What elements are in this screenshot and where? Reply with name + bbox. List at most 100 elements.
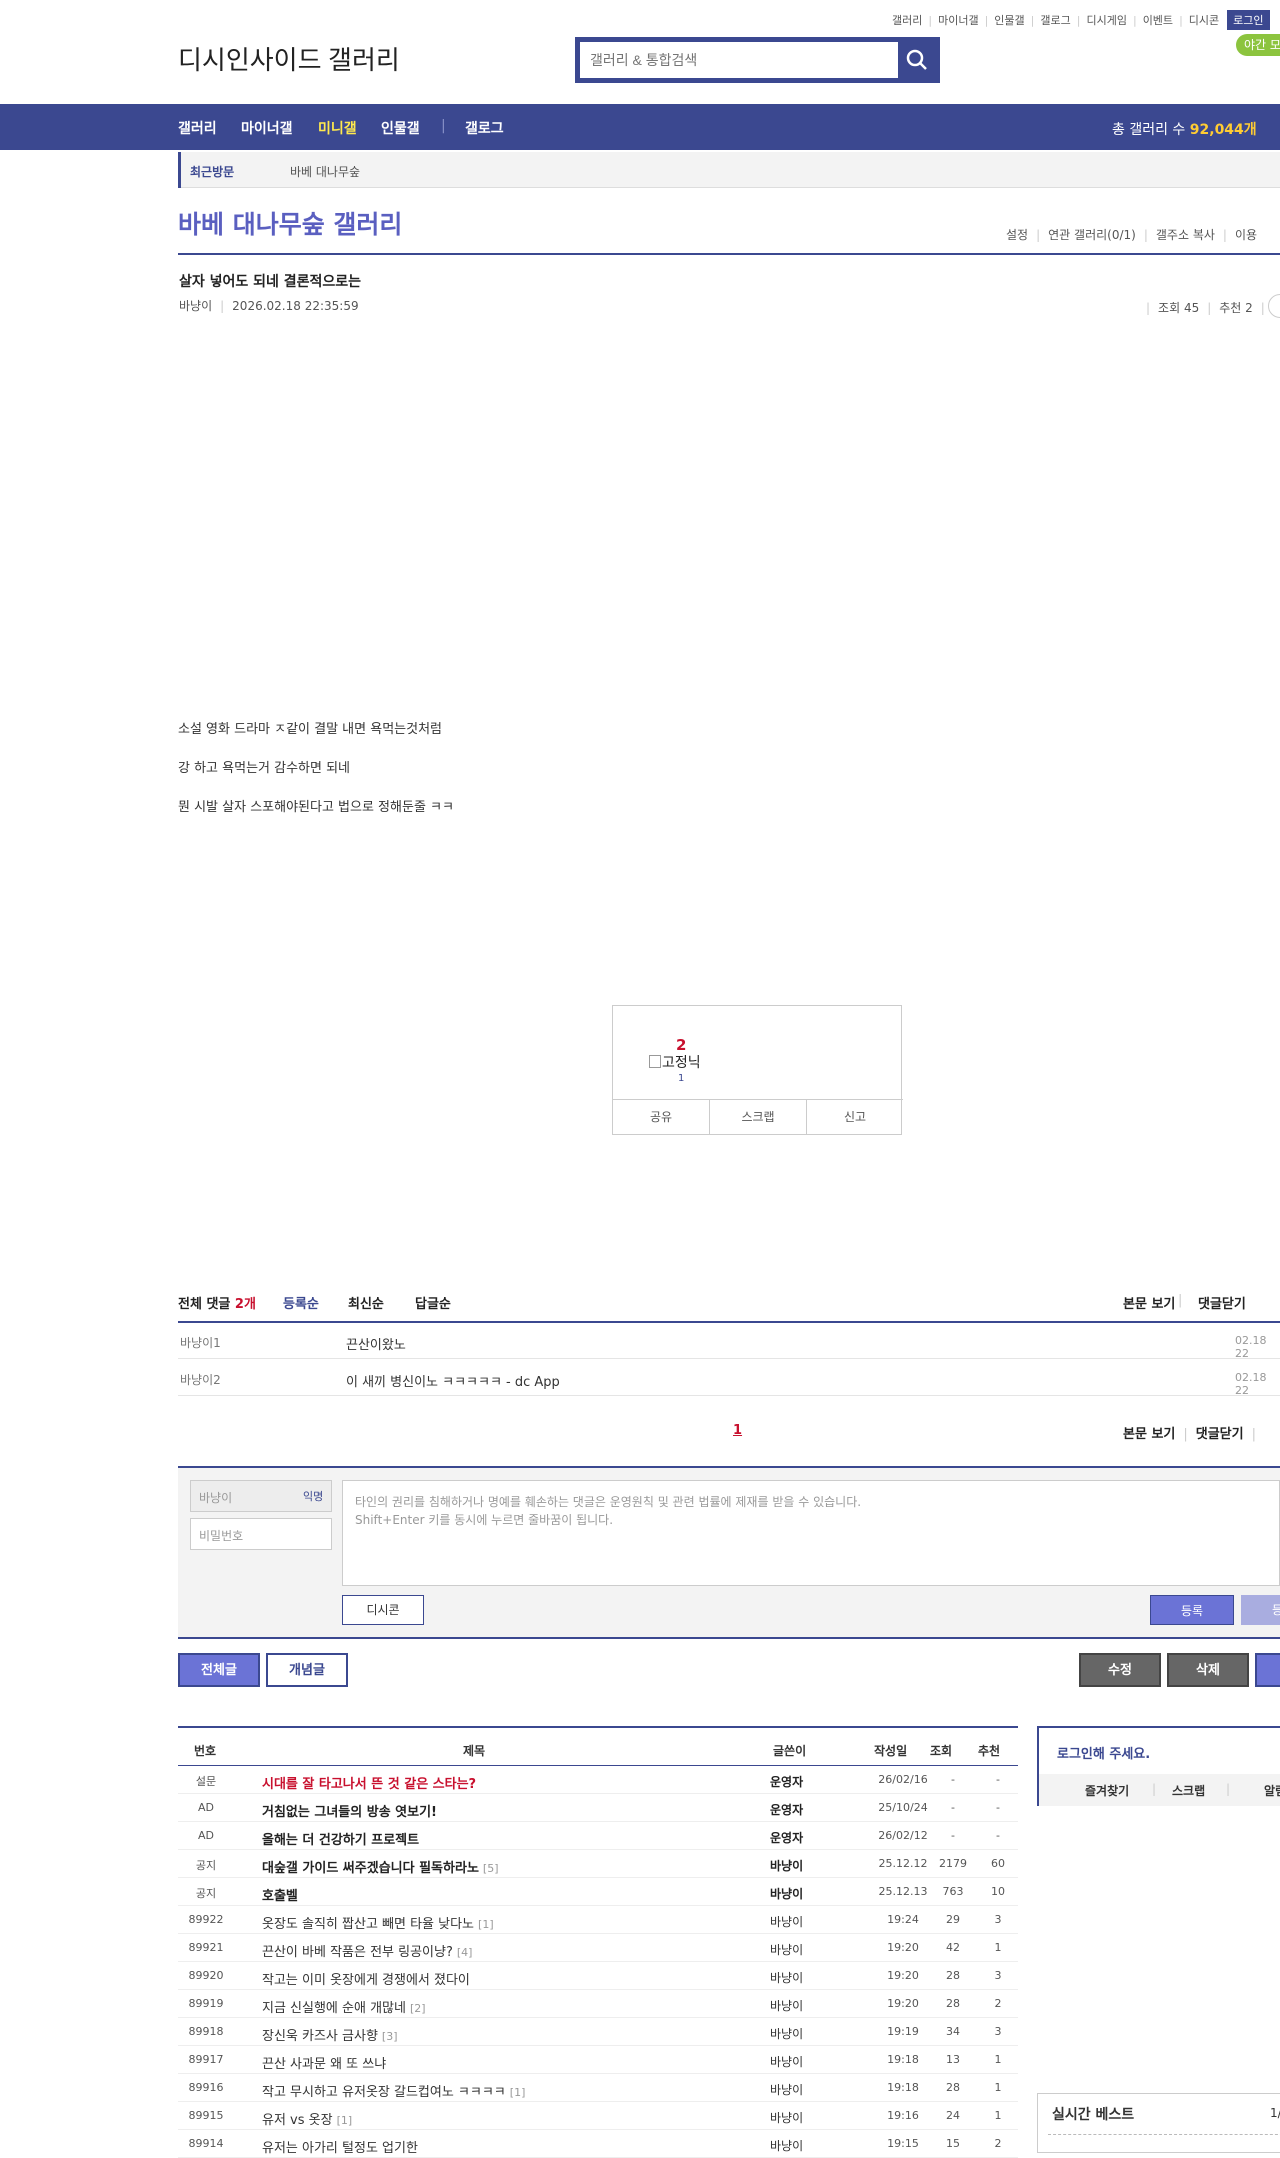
- row-writer[interactable]: 바냥이: [770, 1997, 803, 2014]
- post-writer[interactable]: 바냥이: [179, 299, 212, 313]
- nav-minor[interactable]: 마이너갤: [241, 118, 293, 138]
- row-title-text[interactable]: 지금 신실행에 순애 개많네: [262, 2001, 406, 2016]
- view-body-link-bottom[interactable]: 본문 보기: [1123, 1427, 1175, 1442]
- sort-reply[interactable]: 답글순: [415, 1293, 451, 1312]
- sort-registered[interactable]: 등록순: [283, 1293, 319, 1312]
- login-prompt[interactable]: 로그인해 주세요.: [1057, 1743, 1150, 1762]
- row-writer[interactable]: 운영자: [770, 1801, 803, 1818]
- row-title-text[interactable]: 끈산 사과문 왜 또 쓰냐: [262, 2057, 386, 2072]
- all-posts-button[interactable]: 전체글: [178, 1653, 260, 1687]
- fixed-nick-recommend-button[interactable]: 고정닉: [649, 1052, 701, 1072]
- row-title[interactable]: 유저 vs 옷장 [1]: [262, 2109, 352, 2128]
- comment-nick[interactable]: 바냥이2: [180, 1371, 221, 1388]
- copy-gallery-url[interactable]: 갤주소 복사: [1156, 228, 1215, 242]
- row-writer[interactable]: 운영자: [770, 1829, 803, 1846]
- row-title-text[interactable]: 끈산이 바베 작품은 전부 링공이냥?: [262, 1945, 453, 1960]
- close-comments-link-bottom[interactable]: 댓글닫기: [1196, 1427, 1244, 1442]
- report-button[interactable]: 신고: [807, 1100, 903, 1135]
- top-link-gallog[interactable]: 갤로그: [1040, 14, 1070, 27]
- row-title-text[interactable]: 올해는 더 건강하기 프로젝트: [262, 1833, 419, 1848]
- row-title-text[interactable]: 유저는 아가리 털정도 업기한: [262, 2141, 418, 2156]
- row-title[interactable]: 옷장도 솔직히 짭산고 빼면 타율 낮다노 [1]: [262, 1913, 494, 1932]
- row-title-text[interactable]: 거침없는 그녀들의 방송 엿보기!: [262, 1805, 437, 1820]
- row-writer[interactable]: 바냥이: [770, 1969, 803, 1986]
- dccon-button[interactable]: 디시콘: [342, 1595, 424, 1625]
- row-writer[interactable]: 바냥이: [770, 1941, 803, 1958]
- share-button[interactable]: 공유: [613, 1100, 710, 1135]
- concept-posts-button[interactable]: 개념글: [266, 1653, 348, 1687]
- reply-count[interactable]: [2]: [410, 2002, 426, 2015]
- row-title[interactable]: 지금 신실행에 순애 개많네 [2]: [262, 1997, 426, 2016]
- reply-count[interactable]: [1]: [478, 1918, 494, 1931]
- row-title-text[interactable]: 시대를 잘 타고나서 뜬 것 같은 스타는?: [262, 1777, 476, 1792]
- search-button[interactable]: [897, 40, 937, 80]
- row-title-text[interactable]: 작고 무시하고 유저옷장 갈드컵여노 ㅋㅋㅋㅋ: [262, 2085, 506, 2100]
- row-title-text[interactable]: 장신욱 카즈사 금사향: [262, 2029, 378, 2044]
- delete-button[interactable]: 삭제: [1167, 1653, 1249, 1687]
- row-title-text[interactable]: 호출벨: [262, 1889, 298, 1904]
- row-title[interactable]: 거침없는 그녀들의 방송 엿보기!: [262, 1801, 437, 1820]
- nav-mini[interactable]: 미니갤: [318, 118, 357, 138]
- favorites-link[interactable]: 즐겨찾기: [1085, 1782, 1129, 1799]
- row-writer[interactable]: 바냥이: [770, 1885, 803, 1902]
- row-writer[interactable]: 운영자: [770, 1773, 803, 1790]
- row-title-text[interactable]: 작고는 이미 옷장에게 경쟁에서 졌다이: [262, 1973, 470, 1988]
- nav-gallery[interactable]: 갤러리: [178, 118, 217, 138]
- scrap-button[interactable]: 스크랩: [710, 1100, 807, 1135]
- write-button[interactable]: [1255, 1653, 1280, 1687]
- top-link-minor[interactable]: 마이너갤: [938, 14, 978, 27]
- row-title[interactable]: 유저는 아가리 털정도 업기한: [262, 2137, 418, 2156]
- comment-nick[interactable]: 바냥이1: [180, 1334, 221, 1351]
- recent-item[interactable]: 바베 대나무숲: [290, 163, 360, 180]
- row-title[interactable]: 작고 무시하고 유저옷장 갈드컵여노 ㅋㅋㅋㅋ [1]: [262, 2081, 525, 2100]
- top-link-game[interactable]: 디시게임: [1086, 14, 1126, 27]
- sort-latest[interactable]: 최신순: [348, 1293, 384, 1312]
- reply-count[interactable]: [4]: [457, 1946, 473, 1959]
- nav-gallog[interactable]: 갤로그: [465, 118, 504, 138]
- row-title-text[interactable]: 옷장도 솔직히 짭산고 빼면 타율 낮다노: [262, 1917, 474, 1932]
- row-writer[interactable]: 바냥이: [770, 1857, 803, 1874]
- row-title[interactable]: 작고는 이미 옷장에게 경쟁에서 졌다이: [262, 1969, 470, 1988]
- row-writer[interactable]: 바냥이: [770, 2137, 803, 2154]
- comment-page-1[interactable]: 1: [733, 1423, 742, 1438]
- row-title-text[interactable]: 유저 vs 옷장: [262, 2113, 333, 2128]
- edit-button[interactable]: 수정: [1079, 1653, 1161, 1687]
- row-writer[interactable]: 바냥이: [770, 2081, 803, 2098]
- top-link-event[interactable]: 이벤트: [1143, 14, 1173, 27]
- row-title[interactable]: 대숲갤 가이드 써주겠습니다 필독하라노 [5]: [262, 1857, 499, 1876]
- row-title[interactable]: 호출벨: [262, 1885, 298, 1904]
- comment-submit-button[interactable]: 등록: [1150, 1595, 1234, 1625]
- comment-submit-alt-button[interactable]: 등록: [1241, 1595, 1280, 1625]
- close-comments-link[interactable]: 댓글닫기: [1198, 1293, 1246, 1312]
- row-title[interactable]: 올해는 더 건강하기 프로젝트: [262, 1829, 419, 1848]
- reply-count[interactable]: [3]: [382, 2030, 398, 2043]
- top-link-person[interactable]: 인물갤: [994, 14, 1024, 27]
- row-title[interactable]: 끈산이 바베 작품은 전부 링공이냥? [4]: [262, 1941, 472, 1960]
- row-title-text[interactable]: 대숲갤 가이드 써주겠습니다 필독하라노: [262, 1861, 479, 1876]
- reply-count[interactable]: [1]: [337, 2114, 353, 2127]
- comment-textarea[interactable]: 타인의 권리를 침해하거나 명예를 훼손하는 댓글은 운영원칙 및 관련 법률에…: [342, 1480, 1280, 1586]
- site-logo[interactable]: 디시인사이드 갤러리: [178, 40, 400, 77]
- row-title[interactable]: 장신욱 카즈사 금사향 [3]: [262, 2025, 398, 2044]
- login-button[interactable]: 로그인: [1227, 10, 1270, 30]
- row-title[interactable]: 시대를 잘 타고나서 뜬 것 같은 스타는?: [262, 1773, 476, 1792]
- password-field[interactable]: 비밀번호: [190, 1518, 332, 1550]
- view-body-link[interactable]: 본문 보기: [1123, 1293, 1175, 1312]
- related-gallery[interactable]: 연관 갤러리(0/1): [1048, 228, 1136, 242]
- row-title[interactable]: 끈산 사과문 왜 또 쓰냐: [262, 2053, 386, 2072]
- row-writer[interactable]: 바냥이: [770, 2025, 803, 2042]
- search-input[interactable]: [580, 42, 898, 78]
- top-link-dccon[interactable]: 디시콘: [1189, 14, 1219, 27]
- nav-person[interactable]: 인물갤: [381, 118, 420, 138]
- row-writer[interactable]: 바냥이: [770, 1913, 803, 1930]
- scrap-link[interactable]: 스크랩: [1172, 1782, 1205, 1799]
- row-writer[interactable]: 바냥이: [770, 2109, 803, 2126]
- gallery-title[interactable]: 바베 대나무숲 갤러리: [178, 205, 402, 241]
- reply-count[interactable]: [1]: [510, 2086, 526, 2099]
- row-writer[interactable]: 바냥이: [770, 2053, 803, 2070]
- gallery-usage[interactable]: 이용: [1235, 228, 1257, 242]
- reply-count[interactable]: [5]: [483, 1862, 499, 1875]
- gallery-settings[interactable]: 설정: [1006, 228, 1028, 242]
- notification-link[interactable]: 알림: [1264, 1782, 1280, 1799]
- top-link-gallery[interactable]: 갤러리: [892, 14, 922, 27]
